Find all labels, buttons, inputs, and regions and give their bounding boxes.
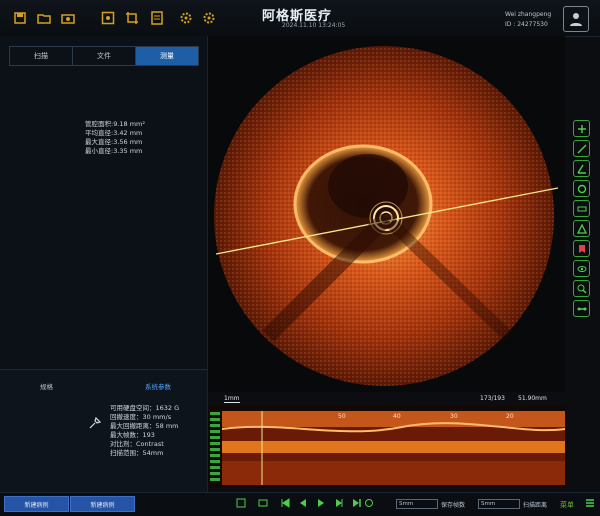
panel-tabs: 扫描 文件 测量 — [9, 46, 199, 66]
user-info: Wei zhangpeng ID : 24277530 — [505, 10, 551, 30]
tab-scan[interactable]: 扫描 — [10, 47, 73, 65]
frame-counter: 173/193 — [480, 395, 505, 402]
crop-icon[interactable] — [124, 10, 140, 26]
max-pullback: 最大回撤距离：58 mm — [110, 422, 179, 430]
lower-tabs: 规格 系统参数 — [10, 378, 198, 392]
settings-icon[interactable] — [178, 10, 194, 26]
min-diameter: 最小直径:3.35 mm — [85, 147, 143, 155]
contrast: 对比剂：Contrast — [110, 440, 164, 448]
user-name: Wei zhangpeng — [505, 11, 552, 18]
marker-40: 40 — [393, 413, 401, 420]
skip-start-icon[interactable] — [280, 498, 290, 508]
bookmark-icon[interactable] — [573, 240, 590, 257]
timestamp: 2024.11.10 13:24:05 — [282, 22, 346, 29]
system-info: 可用硬盘空间：1632 G 回撤速度：30 mm/s 最大回撤距离：58 mm … — [110, 404, 179, 458]
menu-icon[interactable] — [585, 498, 595, 508]
distance-icon[interactable] — [573, 140, 590, 157]
document-icon[interactable] — [149, 10, 165, 26]
pointer-icon — [88, 416, 102, 432]
marker-20: 20 — [506, 413, 514, 420]
grid-icon[interactable] — [100, 10, 116, 26]
new-case-button-2[interactable]: 新建病例 — [70, 496, 135, 512]
save-icon[interactable] — [12, 10, 28, 26]
system-parameters-panel: 规格 系统参数 可用硬盘空间：1632 G 回撤速度：30 mm/s 最大回撤距… — [0, 369, 207, 495]
tab-system-params[interactable]: 系统参数 — [145, 381, 171, 391]
record-icon[interactable] — [258, 498, 268, 508]
length-label: 51.90mm — [518, 395, 547, 402]
ruler-icon[interactable] — [573, 200, 590, 217]
link-icon[interactable] — [573, 300, 590, 317]
longitudinal-view[interactable]: 1mm 173/193 51.90mm 50 40 30 20 — [208, 394, 565, 488]
area-icon[interactable] — [573, 180, 590, 197]
longitudinal-header: 1mm 173/193 51.90mm — [208, 394, 565, 406]
step-back-icon[interactable] — [298, 498, 308, 508]
max-frames: 最大帧数：193 — [110, 431, 155, 439]
frame-save-label: 保存帧数 — [441, 502, 466, 509]
pullback-speed: 回撤速度：30 mm/s — [110, 413, 172, 421]
capture-icon[interactable] — [236, 498, 246, 508]
gear-icon[interactable] — [201, 10, 217, 26]
step-forward-icon[interactable] — [334, 498, 344, 508]
angle-icon[interactable] — [573, 160, 590, 177]
folder-icon[interactable] — [36, 10, 52, 26]
avatar[interactable] — [563, 6, 589, 32]
frame-marker-bar — [210, 412, 220, 482]
tab-specs[interactable]: 规格 — [40, 381, 53, 391]
scan-distance-field[interactable]: Smm — [478, 499, 520, 509]
scan-range: 扫描范围：54mm — [110, 449, 164, 457]
mean-diameter: 平均直径:3.42 mm — [85, 129, 143, 137]
marker-30: 30 — [450, 413, 458, 420]
oct-image[interactable] — [208, 36, 565, 392]
scan-distance-label: 扫描距离 — [523, 502, 548, 509]
lumen-area: 管腔面积:9.18 mm² — [85, 120, 145, 128]
zoom-icon[interactable] — [573, 280, 590, 297]
tab-file[interactable]: 文件 — [73, 47, 136, 65]
camera-icon[interactable] — [60, 10, 76, 26]
scale-label: 1mm — [224, 395, 240, 403]
measure-icon[interactable] — [573, 120, 590, 137]
triangle-icon[interactable] — [573, 220, 590, 237]
play-icon[interactable] — [316, 498, 326, 508]
max-diameter: 最大直径:3.56 mm — [85, 138, 143, 146]
measurement-results: 管腔面积:9.18 mm² 平均直径:3.42 mm 最大直径:3.56 mm … — [85, 120, 145, 156]
tab-measure[interactable]: 测量 — [136, 47, 198, 65]
longitudinal-image[interactable] — [222, 411, 565, 485]
frame-save-field[interactable]: Smm — [396, 499, 438, 509]
bottom-toolbar: 新建病例 新建病例 Smm 保存帧数 Smm 扫描距离 菜单 — [0, 492, 600, 516]
user-id: ID : 24277530 — [505, 21, 548, 28]
oct-cross-section-view[interactable] — [208, 36, 565, 392]
skip-end-icon[interactable] — [352, 498, 362, 508]
eye-icon[interactable] — [573, 260, 590, 277]
loop-icon[interactable] — [364, 498, 374, 508]
marker-50: 50 — [338, 413, 346, 420]
disk-space: 可用硬盘空间：1632 G — [110, 404, 180, 412]
menu-label[interactable]: 菜单 — [560, 500, 574, 510]
top-toolbar: 阿格斯医疗 2024.11.10 13:24:05 Wei zhangpeng … — [0, 0, 600, 37]
new-case-button[interactable]: 新建病例 — [4, 496, 69, 512]
